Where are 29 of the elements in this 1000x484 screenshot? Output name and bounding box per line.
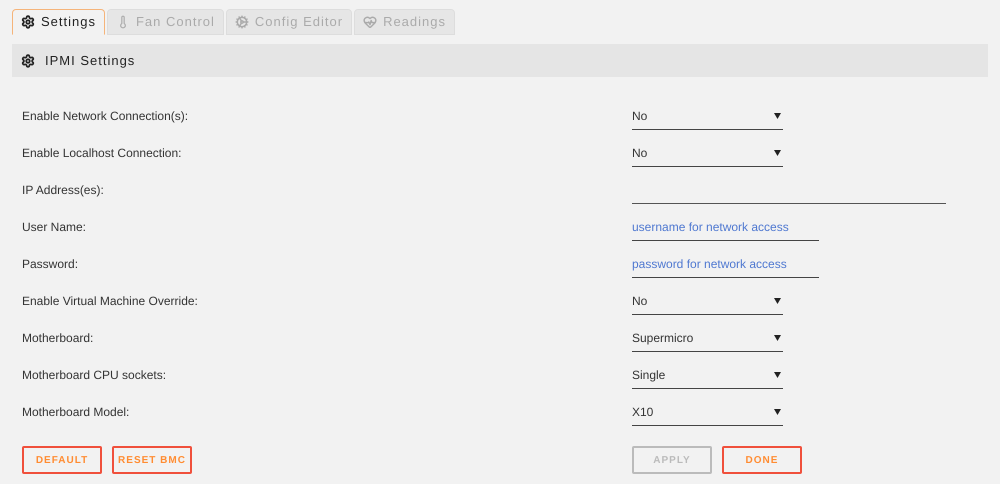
field-label: Enable Network Connection(s):: [22, 108, 190, 125]
caret-icon: [774, 408, 781, 414]
caret-icon: [774, 150, 781, 156]
heart-pulse-icon: [363, 15, 378, 29]
field-label: Motherboard:: [22, 330, 94, 347]
field-label: Enable Virtual Machine Override:: [22, 293, 199, 310]
caret-icon: [774, 112, 781, 118]
caret-icon: [774, 298, 781, 304]
field-label: Password:: [22, 256, 80, 273]
caret-icon: [774, 334, 781, 340]
dropdown-field[interactable]: X10: [632, 398, 783, 426]
gear-icon: [21, 15, 35, 29]
gear-icon: [21, 54, 35, 68]
dropdown-field[interactable]: Single: [632, 361, 783, 389]
field-label: Motherboard CPU sockets:: [22, 367, 168, 384]
section-title: IPMI Settings: [45, 52, 136, 70]
tab[interactable]: Settings: [12, 9, 105, 35]
gears-icon: [234, 15, 249, 29]
field-label: IP Address(es):: [22, 182, 105, 199]
input-field[interactable]: password for network access: [632, 250, 819, 278]
dropdown-field[interactable]: No: [632, 139, 783, 167]
field-label: Enable Localhost Connection:: [22, 145, 182, 162]
caret-icon: [774, 372, 781, 378]
input-field[interactable]: username for network access: [632, 213, 819, 241]
field-label: Motherboard Model:: [22, 404, 130, 421]
dropdown-field[interactable]: Supermicro: [632, 324, 783, 352]
field-label: User Name:: [22, 219, 88, 236]
dropdown-field[interactable]: No: [632, 102, 783, 130]
dropdown-field[interactable]: No: [632, 287, 783, 315]
